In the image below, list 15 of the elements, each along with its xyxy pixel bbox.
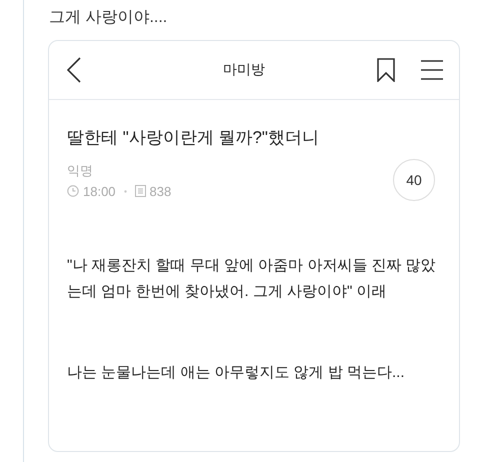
bookmark-icon[interactable] bbox=[377, 58, 395, 82]
post-paragraph: "나 재롱잔치 할때 무대 앞에 아줌마 아저씨들 진짜 많았는데 엄마 한번에 찾아냈어. 그게 사랑이야" 이래 bbox=[67, 256, 437, 302]
comment-count[interactable]: 40 bbox=[393, 159, 435, 201]
clock-icon bbox=[67, 185, 79, 197]
header-title: 마미방 bbox=[222, 61, 266, 79]
post-paragraph: 나는 눈물나는데 애는 아무렇지도 않게 밥 먹는다... bbox=[67, 363, 406, 383]
post-title: 딸한테 "사랑이란게 뭘까?"했더니 bbox=[67, 127, 320, 149]
document-icon bbox=[134, 185, 146, 197]
view-count: 838 bbox=[150, 184, 172, 198]
author-name: 익명 bbox=[67, 162, 94, 180]
separator-dot bbox=[124, 190, 127, 192]
post-time: 18:00 bbox=[83, 184, 116, 198]
back-icon[interactable] bbox=[67, 57, 81, 83]
caption-text: 그게 사랑이야.... bbox=[49, 8, 168, 28]
menu-icon[interactable] bbox=[421, 60, 443, 80]
